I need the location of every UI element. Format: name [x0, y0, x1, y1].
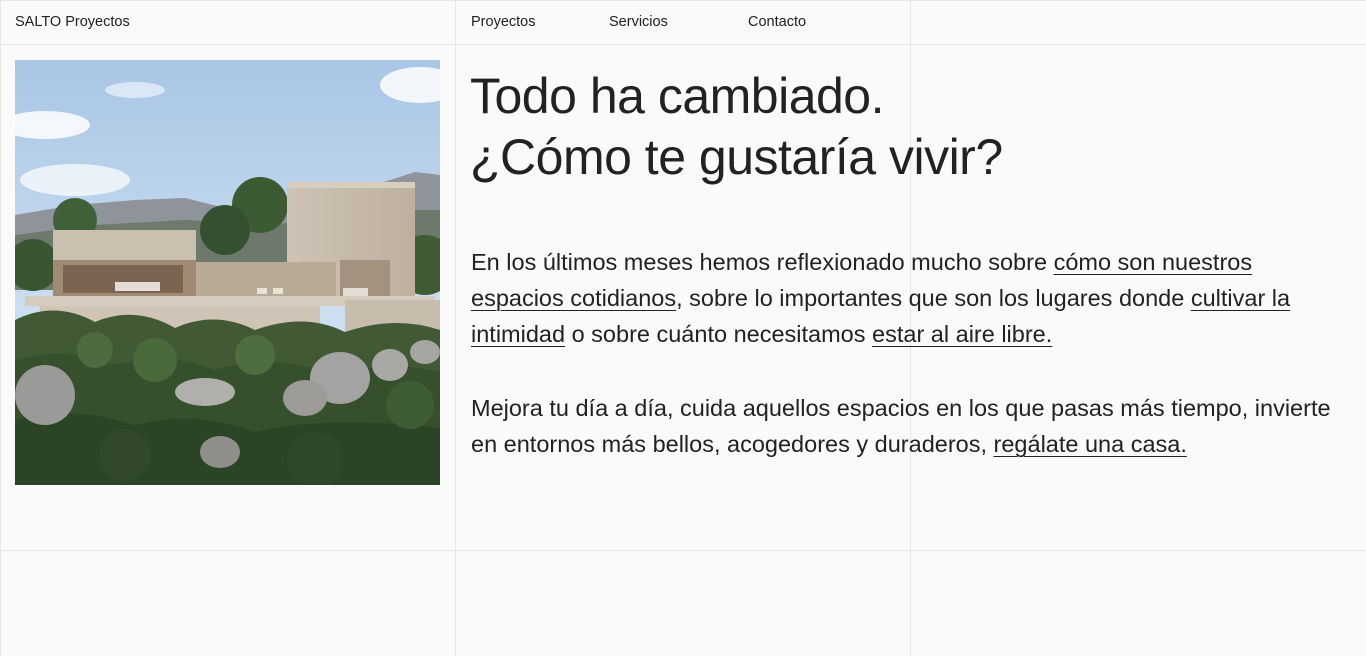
grid-line-horizontal-2: [0, 44, 1366, 45]
hero-heading: Todo ha cambiado. ¿Cómo te gustaría vivi…: [470, 66, 1003, 188]
grid-line-horizontal-3: [0, 550, 1366, 551]
link-regalate-casa[interactable]: regálate una casa.: [994, 431, 1187, 457]
grid-line-vertical-2: [455, 0, 456, 656]
site-logo-link[interactable]: SALTO Proyectos: [15, 14, 130, 30]
nav-link-contacto[interactable]: Contacto: [748, 14, 806, 30]
intro-p2-text-1: Mejora tu día a día, cuida aquellos espa…: [471, 395, 1331, 457]
intro-p1-text-1: En los últimos meses hemos reflexionado …: [471, 249, 1054, 275]
nav-link-proyectos[interactable]: Proyectos: [471, 14, 535, 30]
link-aire-libre[interactable]: estar al aire libre.: [872, 321, 1052, 347]
hero-heading-line2: ¿Cómo te gustaría vivir?: [470, 129, 1003, 185]
intro-paragraph-1: En los últimos meses hemos reflexionado …: [471, 244, 1341, 352]
grid-line-vertical-1: [0, 0, 1, 656]
grid-line-horizontal-1: [0, 0, 1366, 1]
nav-link-servicios[interactable]: Servicios: [609, 14, 668, 30]
intro-paragraph-2: Mejora tu día a día, cuida aquellos espa…: [471, 390, 1341, 462]
intro-p1-text-2: , sobre lo importantes que son los lugar…: [676, 285, 1191, 311]
hero-house-image: [15, 60, 440, 485]
hero-heading-line1: Todo ha cambiado.: [470, 68, 885, 124]
intro-p1-text-3: o sobre cuánto necesitamos: [565, 321, 873, 347]
